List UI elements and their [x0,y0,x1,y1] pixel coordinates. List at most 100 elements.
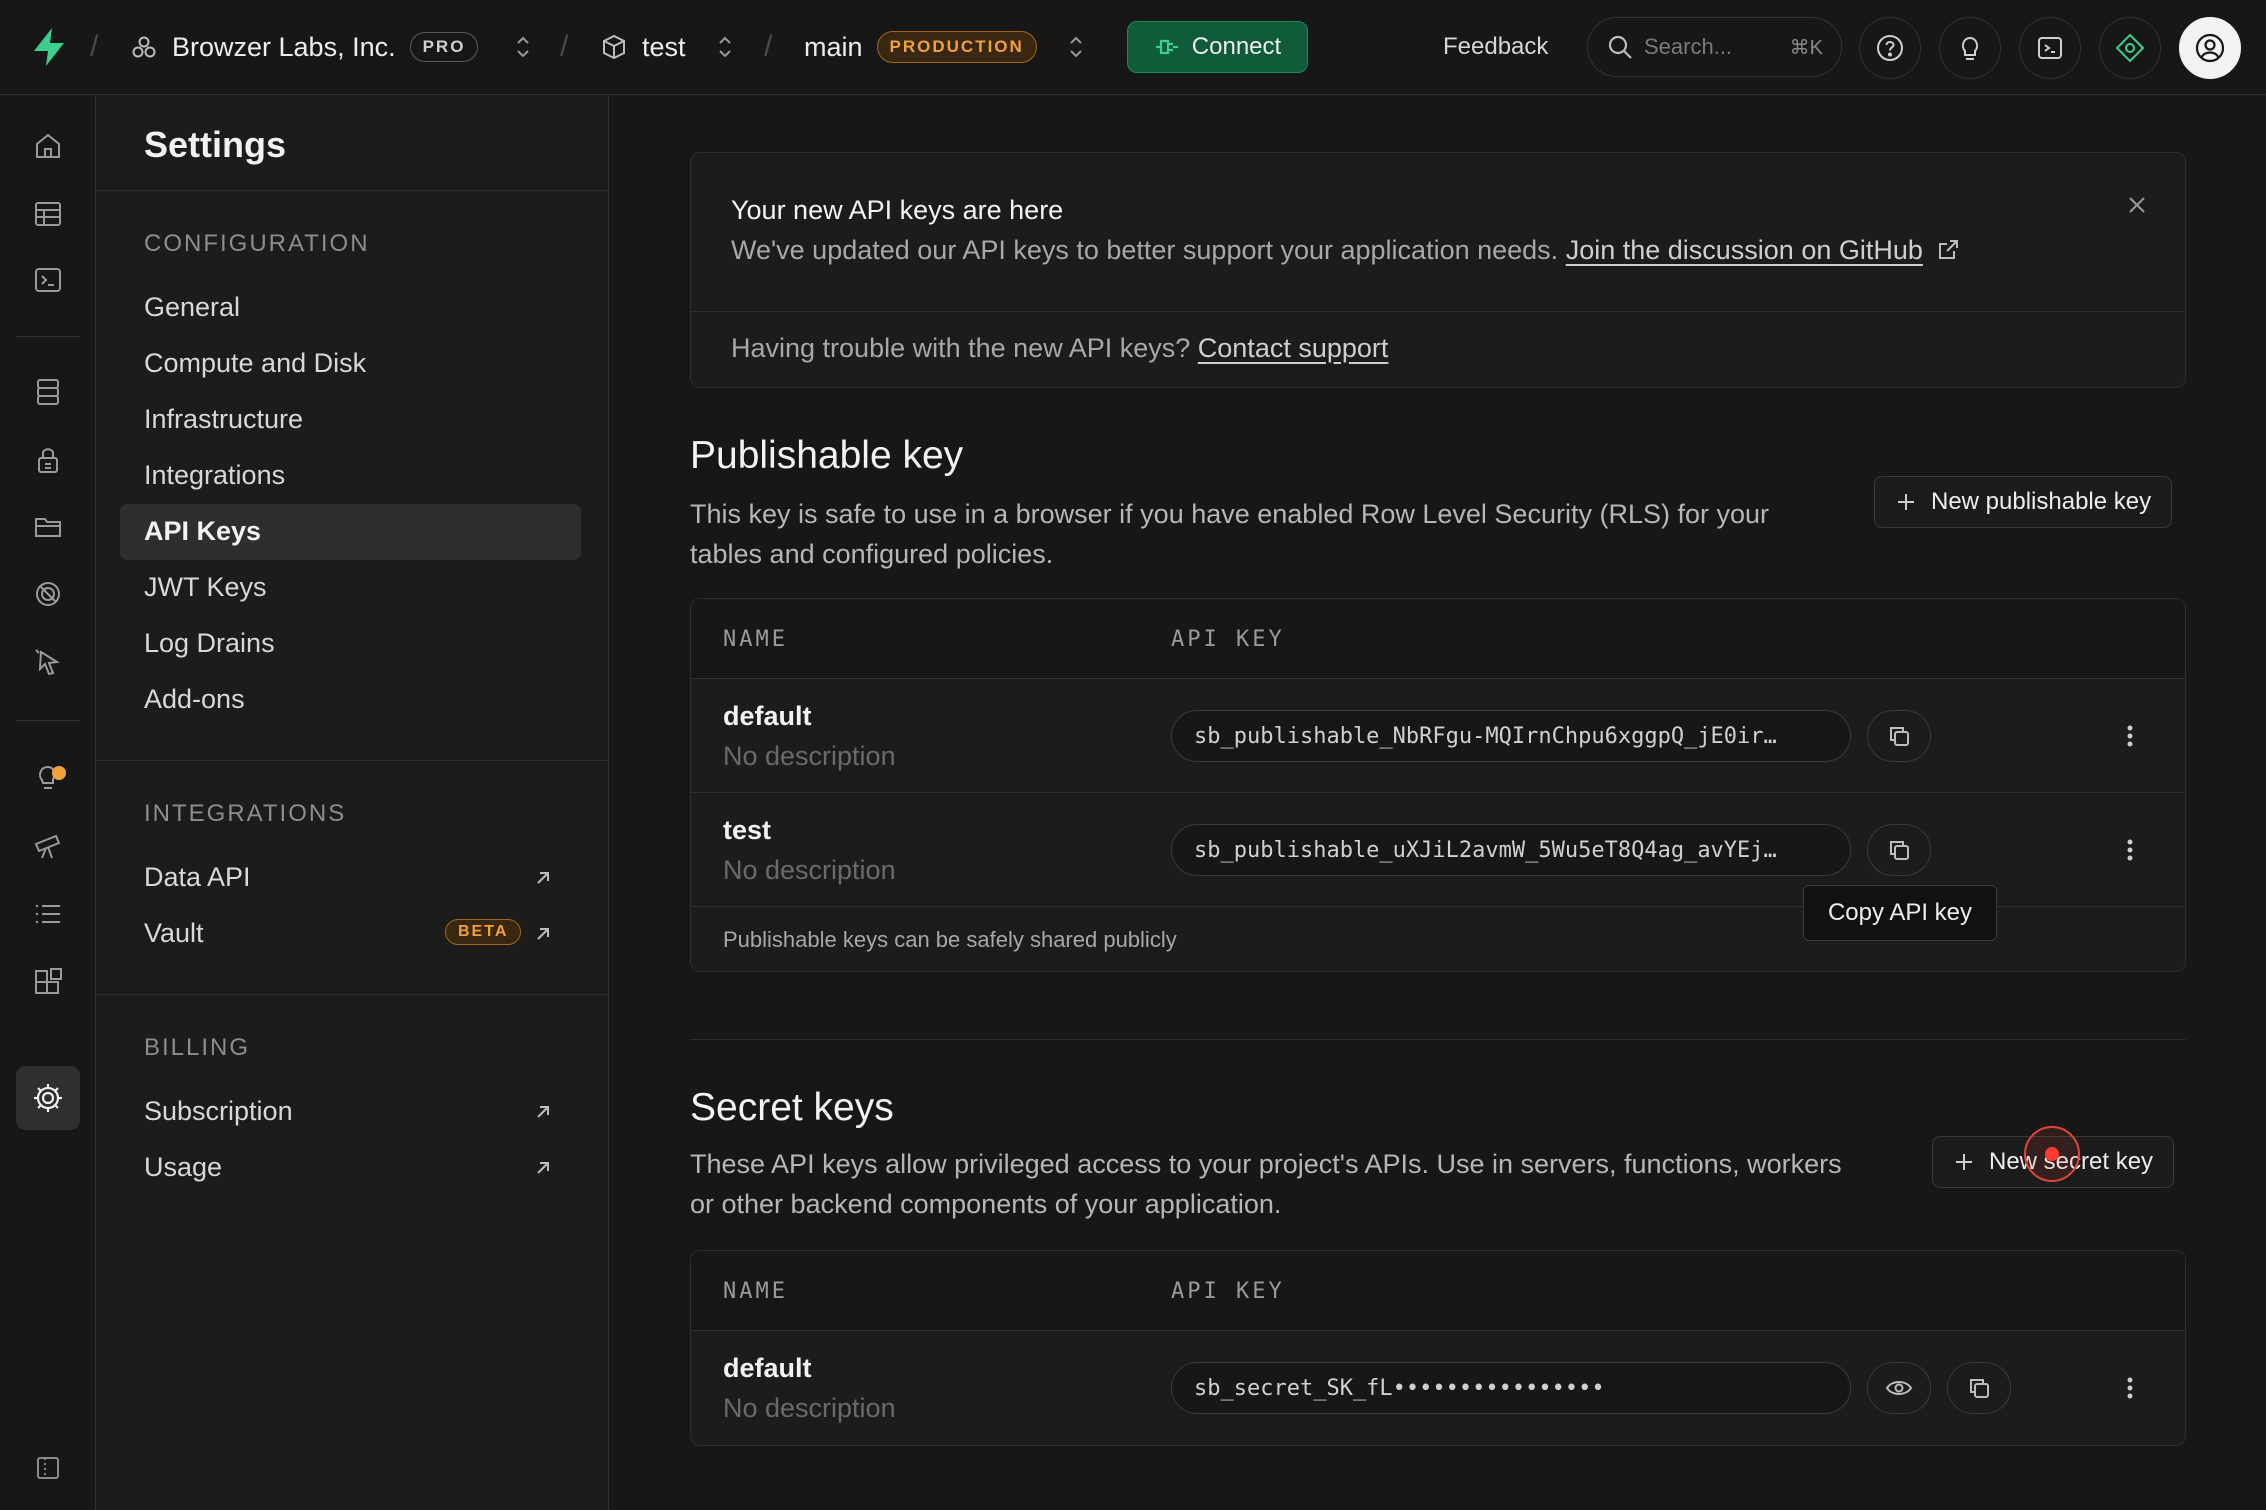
sql-editor-icon[interactable] [30,262,66,298]
secret-description-line-1: These API keys allow privileged access t… [690,1149,1842,1179]
secret-keys-heading: Secret keys [690,1086,894,1129]
column-header-name: NAME [723,627,788,652]
row-actions-menu[interactable] [2115,1373,2145,1403]
key-description: No description [723,741,896,771]
key-name: default [723,1353,812,1383]
logs-icon[interactable] [30,896,66,932]
secret-keys-table: NAME API KEY default No description sb_s… [690,1250,2186,1446]
beta-badge: BETA [445,919,522,945]
table-row: default No description sb_publishable_Nb… [691,679,2185,793]
sidebar-item-subscription[interactable]: Subscription [144,1096,293,1127]
home-icon[interactable] [30,128,66,164]
new-publishable-key-button[interactable]: New publishable key [1874,476,2173,528]
sidebar-item-jwt-keys[interactable]: JWT Keys [144,572,267,603]
search-placeholder: Search... [1644,34,1733,59]
edge-functions-icon[interactable] [30,644,66,680]
connect-label: Connect [1191,33,1282,60]
contact-support-link[interactable]: Contact support [1198,333,1389,363]
user-avatar-button[interactable] [2179,17,2241,79]
key-description: No description [723,1393,896,1423]
project-box-icon [600,33,628,61]
publishable-footer-note: Publishable keys can be safely shared pu… [723,927,1177,952]
sidebar-item-log-drains[interactable]: Log Drains [144,628,275,659]
settings-icon[interactable] [30,1080,66,1116]
auth-icon[interactable] [30,442,66,478]
database-icon[interactable] [30,374,66,410]
more-vertical-icon [2126,838,2134,862]
chevron-up-down-icon[interactable] [1065,32,1087,62]
notification-dot [52,766,66,780]
assistant-button[interactable] [2099,17,2161,79]
new-publishable-key-label: New publishable key [1931,488,2152,515]
integrations-icon[interactable] [30,964,66,1000]
chevron-up-down-icon[interactable] [512,32,534,62]
plug-icon [1154,36,1180,58]
project-switcher[interactable]: test [600,24,736,70]
sidebar-item-compute-and-disk[interactable]: Compute and Disk [144,348,366,379]
copy-key-button[interactable] [1867,824,1931,876]
reveal-key-button[interactable] [1867,1362,1931,1414]
click-indicator-dot [2045,1147,2059,1161]
sidebar-item-data-api[interactable]: Data API [144,862,251,893]
key-description: No description [723,855,896,885]
api-key-field[interactable]: sb_publishable_NbRFgu-MQIrnChpu6xggpQ_jE… [1171,710,1851,762]
banner-footer-text: Having trouble with the new API keys? [731,333,1191,363]
sidebar-item-infrastructure[interactable]: Infrastructure [144,404,303,435]
banner-title: Your new API keys are here [731,195,1064,225]
table-header: NAME API KEY [691,599,2185,679]
storage-icon[interactable] [30,508,66,544]
column-header-name: NAME [723,1279,788,1304]
production-badge: PRODUCTION [876,31,1037,63]
copy-icon [1886,723,1912,749]
external-link-icon [532,1157,554,1179]
terminal-icon [2035,33,2065,63]
copy-key-button[interactable] [1867,710,1931,762]
terminal-button[interactable] [2019,17,2081,79]
sidebar-title: Settings [144,124,287,165]
lightbulb-icon [1955,33,1985,63]
connect-button[interactable]: Connect [1127,21,1308,73]
copy-key-button[interactable] [1947,1362,2011,1414]
org-icon [130,33,158,61]
sidebar-item-usage[interactable]: Usage [144,1152,222,1183]
github-discussion-link[interactable]: Join the discussion on GitHub [1566,235,1923,265]
table-header: NAME API KEY [691,1251,2185,1331]
settings-sidebar: Settings CONFIGURATION General Compute a… [96,96,609,1510]
chevron-up-down-icon[interactable] [714,32,736,62]
supabase-logo-icon[interactable] [28,26,70,68]
realtime-icon[interactable] [30,576,66,612]
branch-switcher[interactable]: main PRODUCTION [804,24,1087,70]
search-input[interactable]: Search... ⌘K [1587,17,1842,77]
search-shortcut: ⌘K [1789,36,1823,59]
close-icon[interactable] [2125,193,2149,217]
row-actions-menu[interactable] [2115,835,2145,865]
banner-divider [691,311,2185,312]
sidebar-divider [96,994,609,995]
help-button[interactable] [1859,17,1921,79]
eye-icon [1885,1377,1913,1399]
reports-icon[interactable] [30,828,66,864]
api-key-field[interactable]: sb_publishable_uXJiL2avmW_5Wu5eT8Q4ag_av… [1171,824,1851,876]
banner-message: We've updated our API keys to better sup… [731,235,1559,265]
sidebar-item-integrations[interactable]: Integrations [144,460,285,491]
external-link-icon [532,923,554,945]
plan-badge: PRO [409,32,479,62]
row-actions-menu[interactable] [2115,721,2145,751]
org-switcher[interactable]: Browzer Labs, Inc. PRO [130,24,534,70]
external-link-icon [532,1101,554,1123]
sidebar-item-vault[interactable]: Vault [144,918,204,949]
sidebar-divider [96,760,609,761]
section-heading-configuration: CONFIGURATION [144,230,370,257]
sidebar-item-api-keys[interactable]: API Keys [144,516,261,547]
rail-divider [16,720,80,721]
table-editor-icon[interactable] [30,196,66,232]
collapse-sidebar-icon[interactable] [30,1450,66,1486]
top-bar: / Browzer Labs, Inc. PRO / test / main P… [0,0,2266,95]
feedback-button[interactable]: Feedback [1443,33,1548,61]
section-heading-integrations: INTEGRATIONS [144,800,347,827]
advisor-button[interactable] [1939,17,2001,79]
secret-key-field[interactable]: sb_secret_SK_fL•••••••••••••••• [1171,1362,1851,1414]
sidebar-item-general[interactable]: General [144,292,240,323]
sidebar-item-add-ons[interactable]: Add-ons [144,684,245,715]
plus-icon [1953,1151,1975,1173]
